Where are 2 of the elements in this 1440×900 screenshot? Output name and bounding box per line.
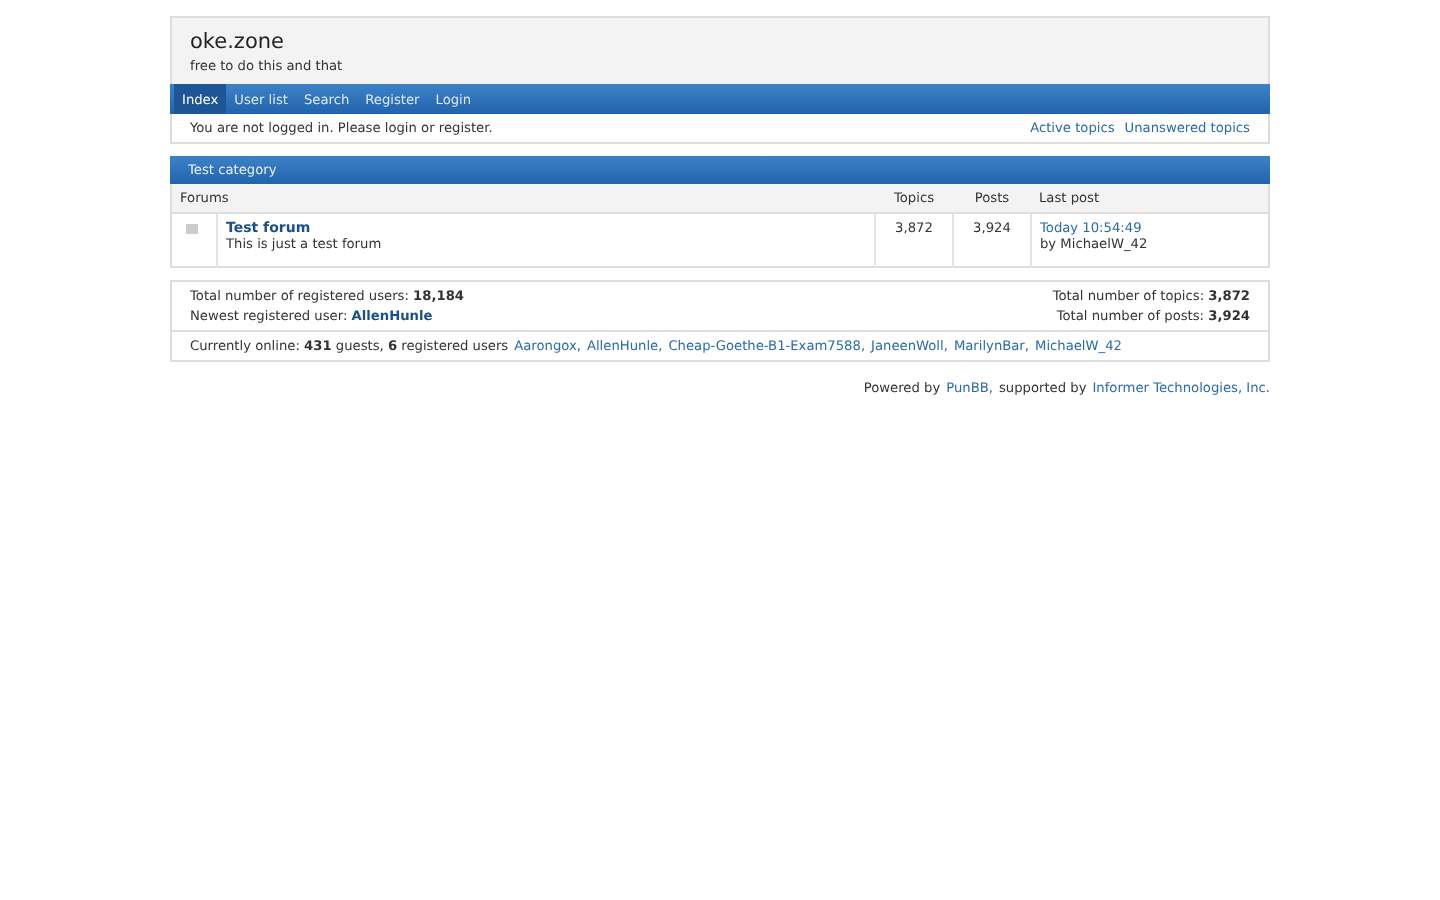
forum-icon <box>186 224 198 234</box>
board-title: oke.zone <box>190 30 286 54</box>
